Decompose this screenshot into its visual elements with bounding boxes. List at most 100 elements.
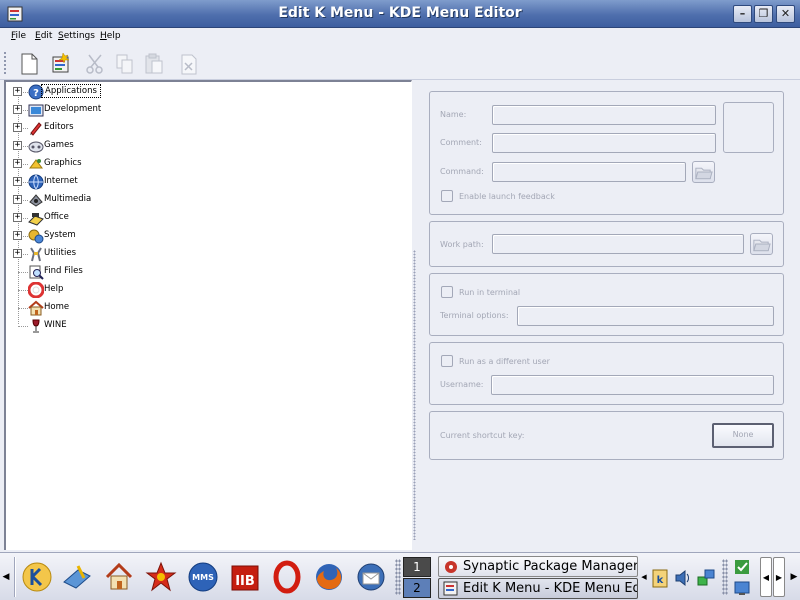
opera-icon[interactable] [270, 560, 304, 594]
run-in-terminal-label: Run in terminal [459, 288, 521, 297]
tree-item-home[interactable]: Home [6, 299, 406, 317]
tree-item-find-files[interactable]: Find Files [6, 263, 406, 281]
copy-button[interactable] [112, 51, 138, 77]
home-folder-icon[interactable] [102, 560, 136, 594]
menu-edit[interactable]: Edit [35, 31, 52, 41]
minimize-button[interactable]: – [733, 5, 752, 23]
expand-icon[interactable]: + [13, 249, 22, 258]
menu-tree[interactable]: +? Applications + Development + Editors + Games… [4, 80, 412, 550]
name-label: Name: [440, 110, 467, 119]
volume-icon[interactable] [673, 567, 693, 589]
menu-bar: File Edit Settings Help [0, 28, 800, 46]
expand-icon[interactable]: + [13, 231, 22, 240]
tree-item-editors[interactable]: + Editors [6, 119, 406, 137]
new-submenu-button[interactable] [48, 51, 74, 77]
tree-item-office[interactable]: + Office [6, 209, 406, 227]
username-input[interactable] [491, 375, 774, 395]
menu-settings[interactable]: Settings [58, 31, 95, 41]
launch-feedback-checkbox[interactable] [441, 190, 453, 202]
internet-icon [28, 174, 44, 190]
delete-button[interactable] [176, 51, 202, 77]
title-bar[interactable]: Edit K Menu - KDE Menu Editor – ❐ ✕ [0, 0, 800, 28]
svg-text:?: ? [33, 88, 39, 99]
comment-input[interactable] [492, 133, 716, 153]
run-as-user-checkbox[interactable] [441, 355, 453, 367]
maximize-button[interactable]: ❐ [754, 5, 773, 23]
comment-label: Comment: [440, 138, 482, 147]
task-synaptic[interactable]: Synaptic Package Manager [438, 556, 638, 577]
graphics-icon [29, 159, 43, 169]
pager-desktop-2[interactable]: 2 [403, 578, 431, 598]
panel-splitter[interactable] [412, 80, 418, 550]
tree-item-internet[interactable]: + Internet [6, 173, 406, 191]
menu-help[interactable]: Help [100, 31, 121, 41]
wine-icon [32, 319, 40, 333]
kde-menu-icon[interactable] [20, 560, 54, 594]
taskbar-left-arrow[interactable]: ◀ [0, 553, 12, 600]
work-path-browse-button[interactable] [750, 233, 773, 255]
run-in-terminal-checkbox[interactable] [441, 286, 453, 298]
pager-desktop-1[interactable]: 1 [403, 557, 431, 577]
tray-collapse-button[interactable]: ▶ [773, 557, 785, 597]
firefox-icon[interactable] [312, 560, 346, 594]
icon-chooser-button[interactable] [723, 102, 774, 153]
help-icon [28, 282, 44, 298]
new-item-button[interactable] [16, 51, 42, 77]
editors-icon [30, 122, 42, 136]
expand-icon[interactable]: + [13, 213, 22, 222]
close-button[interactable]: ✕ [776, 5, 795, 23]
taskbar-right-arrow[interactable]: ▶ [788, 553, 800, 600]
toolbar [0, 46, 800, 80]
tree-item-applications[interactable]: +? Applications [6, 83, 406, 101]
tree-item-development[interactable]: + Development [6, 101, 406, 119]
expand-icon[interactable]: + [13, 123, 22, 132]
tree-item-label: Games [44, 140, 74, 150]
folder-open-icon [753, 239, 771, 252]
menu-file[interactable]: File [11, 31, 26, 41]
tree-item-help[interactable]: Help [6, 281, 406, 299]
expand-icon[interactable]: + [13, 105, 22, 114]
tray-grip[interactable] [722, 559, 728, 595]
tree-item-system[interactable]: + System [6, 227, 406, 245]
tree-item-multimedia[interactable]: + Multimedia [6, 191, 406, 209]
network-icon[interactable] [696, 567, 716, 589]
synaptic-icon [445, 561, 457, 573]
tree-item-label: Utilities [44, 248, 76, 258]
desktop-switch-icon[interactable] [733, 579, 751, 597]
name-input[interactable] [492, 105, 716, 125]
username-label: Username: [440, 380, 484, 389]
expand-icon[interactable]: + [13, 159, 22, 168]
update-notifier-icon[interactable] [733, 558, 751, 576]
desktop-icon[interactable] [60, 560, 94, 594]
menu-editor-icon [443, 581, 458, 596]
tree-item-wine[interactable]: WINE [6, 317, 406, 335]
task-menu-editor[interactable]: Edit K Menu - KDE Menu Editor [438, 578, 638, 599]
paste-button[interactable] [141, 51, 167, 77]
task-scroll-arrow[interactable]: ◀ [640, 553, 648, 600]
shortcut-button[interactable]: None [712, 423, 774, 448]
expand-icon[interactable]: + [13, 87, 22, 96]
kmess-icon[interactable]: MMS [186, 560, 220, 594]
terminal-options-input[interactable] [517, 306, 774, 326]
tree-item-utilities[interactable]: + Utilities [6, 245, 406, 263]
work-path-input[interactable] [492, 234, 744, 254]
home-icon [28, 300, 44, 316]
expand-icon[interactable]: + [13, 141, 22, 150]
cut-button[interactable] [82, 51, 108, 77]
konqueror-icon[interactable] [144, 560, 178, 594]
toolbar-grip[interactable] [3, 51, 7, 75]
command-browse-button[interactable] [692, 161, 715, 183]
tray-expand-button[interactable]: ◀ [760, 557, 772, 597]
work-path-label: Work path: [440, 240, 484, 249]
tree-item-games[interactable]: + Games [6, 137, 406, 155]
taskbar: ◀ MMS IIB 1 2 Synaptic Package Manager E… [0, 552, 800, 600]
tree-item-label: System [44, 230, 76, 240]
klipper-icon[interactable]: k [650, 567, 670, 589]
thunderbird-icon[interactable] [354, 560, 388, 594]
kmb-icon[interactable]: IIB [228, 560, 262, 594]
expand-icon[interactable]: + [13, 195, 22, 204]
tree-item-graphics[interactable]: + Graphics [6, 155, 406, 173]
expand-icon[interactable]: + [13, 177, 22, 186]
command-input[interactable] [492, 162, 686, 182]
pager-grip[interactable] [395, 559, 401, 595]
